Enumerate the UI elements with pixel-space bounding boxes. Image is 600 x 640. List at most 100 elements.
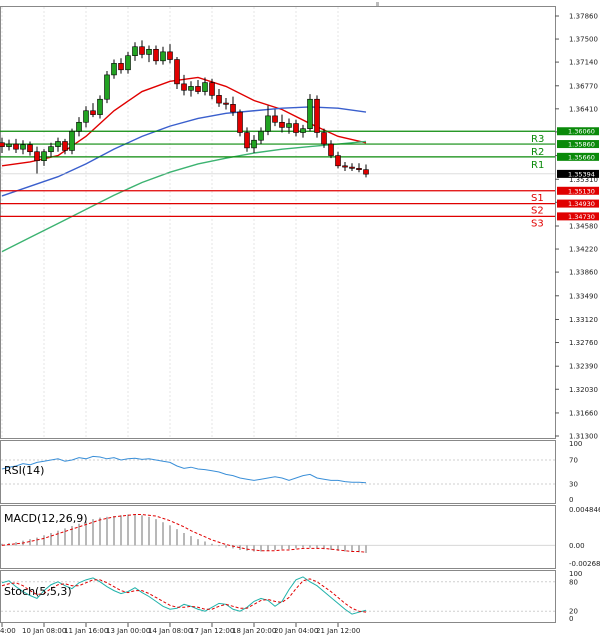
candle-body-down [118, 63, 124, 71]
candle-body-down [90, 110, 96, 115]
time-tick-label: 17 Jan 12:00 [190, 627, 234, 635]
candle [104, 71, 110, 104]
candle [69, 128, 75, 155]
price-tick-label: 1.31660 [569, 409, 598, 417]
level-price-text-r2: 1.35860 [568, 141, 595, 149]
candle-body-up [69, 130, 75, 151]
candle-body-down [272, 115, 278, 123]
macd-tick-label: 0.004846 [569, 506, 600, 514]
time-tick-label: 14 Jan 08:00 [148, 627, 192, 635]
chart-canvas: R3R2R1S1S2S3 1.378601.375001.371401.3677… [0, 0, 600, 640]
candle-body-up [125, 55, 131, 71]
price-tick-label: 1.33860 [569, 269, 598, 277]
candle-body-up [160, 51, 166, 62]
candle-body-up [258, 130, 264, 141]
candle-body-up [20, 144, 26, 150]
candle-body-down [279, 121, 285, 128]
candle-body-down [335, 155, 341, 167]
macd-tick-label: -0.002684 [569, 560, 600, 568]
stoch-label: Stoch(5,5,3) [4, 585, 72, 598]
candle-body-down [139, 46, 145, 55]
level-price-text-s2: 1.34930 [568, 200, 595, 208]
time-tick-label: 10 Jan 08:00 [22, 627, 66, 635]
macd-tick-label: 0.00 [569, 542, 585, 550]
stoch-tick-label: 100 [569, 570, 582, 578]
rsi-tick-label: 100 [569, 440, 582, 448]
candle-body-down [230, 104, 236, 113]
candle-body-down [153, 48, 159, 62]
candle-body-down [13, 143, 19, 150]
time-tick-label: 4:00 [0, 627, 16, 635]
level-price-text-r3: 1.36060 [568, 128, 595, 136]
candle-body-up [55, 141, 61, 147]
candle-body-down [356, 168, 362, 170]
candle-body-up [307, 98, 313, 129]
candle-body-up [41, 151, 47, 161]
candle-body-down [167, 51, 173, 60]
candle-body-up [251, 139, 257, 149]
candle-body-down [0, 142, 5, 147]
candle-body-down [349, 166, 355, 169]
candle-body-down [27, 144, 33, 153]
pivot-level-price-boxes: 1.36060 1.35860 1.35660 1.35130 1.34930 1.347… [557, 127, 599, 221]
chart-window: R3 R2 R1 S1 S2 S3 1.37860 1.37500 1.37140 1.3677… [0, 0, 600, 640]
level-price-text-s3: 1.34730 [568, 213, 595, 221]
time-tick-label: 18 Jan 20:00 [232, 627, 276, 635]
price-tick-label: 1.33490 [569, 292, 598, 300]
candle-body-down [223, 102, 229, 105]
stoch-tick-label: 80 [569, 578, 578, 586]
stoch-tick-label: 0 [569, 615, 573, 623]
level-label-s2: S2 [531, 206, 544, 217]
level-price-text-s1: 1.35130 [568, 187, 595, 195]
candle-body-up [83, 110, 89, 123]
candle-body-down [342, 165, 348, 168]
price-tick-label: 1.37500 [569, 36, 598, 44]
candle-body-down [174, 59, 180, 85]
candle-body-up [111, 63, 117, 76]
candle-body-up [104, 74, 110, 100]
candle-body-up [48, 146, 54, 153]
price-tick-label: 1.34580 [569, 223, 598, 231]
candle-body-down [216, 95, 222, 104]
candle-body-down [34, 151, 40, 161]
candle-body-up [300, 128, 306, 133]
candle-body-up [97, 98, 103, 115]
candle-body-up [286, 123, 292, 128]
candle-body-down [293, 123, 299, 133]
current-price-text: 1.35394 [568, 170, 595, 178]
rsi-tick-label: 0 [569, 496, 573, 504]
candle-body-down [244, 132, 250, 149]
candle-body-up [188, 86, 194, 91]
candle-body-up [132, 46, 138, 56]
candle-body-down [314, 98, 320, 133]
chart-shift-marker[interactable] [376, 2, 379, 6]
price-tick-label: 1.37140 [569, 59, 598, 67]
level-price-text-r1: 1.35660 [568, 153, 595, 161]
level-label-s1: S1 [531, 193, 544, 204]
price-tick-label: 1.32030 [569, 386, 598, 394]
rsi-tick-label: 30 [569, 481, 578, 489]
time-tick-label: 11 Jan 16:00 [64, 627, 108, 635]
candle-body-down [321, 132, 327, 145]
candle [307, 94, 313, 132]
candle-body-down [195, 86, 201, 92]
candle-body-up [265, 115, 271, 132]
price-tick-label: 1.32390 [569, 363, 598, 371]
candle [314, 95, 320, 138]
candle-body-down [237, 111, 243, 133]
time-tick-label: 20 Jan 04:00 [274, 627, 318, 635]
candle-body-up [6, 143, 12, 147]
price-tick-label: 1.36410 [569, 105, 598, 113]
level-label-s3: S3 [531, 218, 544, 229]
price-tick-label: 1.36770 [569, 82, 598, 90]
rsi-label: RSI(14) [4, 464, 44, 477]
candle-body-down [181, 83, 187, 91]
time-tick-label: 21 Jan 12:00 [316, 627, 360, 635]
price-tick-label: 1.37860 [569, 13, 598, 21]
candle-body-down [62, 141, 68, 151]
candle-body-up [202, 82, 208, 92]
macd-label: MACD(12,26,9) [4, 512, 88, 525]
level-label-r1: R1 [531, 160, 544, 171]
time-tick-label: 13 Jan 00:00 [106, 627, 150, 635]
price-tick-label: 1.32760 [569, 339, 598, 347]
